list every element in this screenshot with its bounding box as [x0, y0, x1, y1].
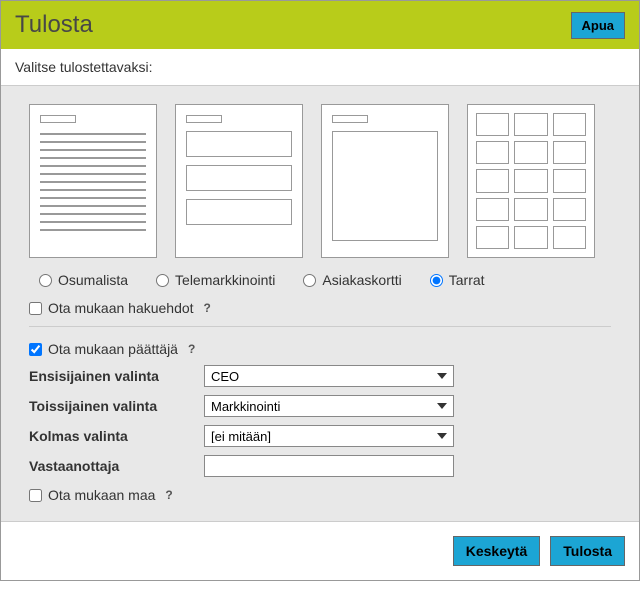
radio-asiakaskortti[interactable] — [303, 274, 316, 287]
dialog-header: Tulosta Apua — [1, 1, 639, 49]
label-kolmas: Kolmas valinta — [29, 428, 204, 444]
print-type-thumbnails — [15, 104, 625, 258]
label-toissijainen: Toissijainen valinta — [29, 398, 204, 414]
print-type-radios: Osumalista Telemarkkinointi Asiakaskortt… — [15, 272, 625, 288]
dialog-footer: Keskeytä Tulosta — [1, 521, 639, 580]
radio-asiakaskortti-label[interactable]: Asiakaskortti — [322, 272, 401, 288]
select-kolmas[interactable]: [ei mitään] — [204, 425, 454, 447]
help-icon[interactable]: ? — [188, 342, 195, 356]
divider — [29, 326, 611, 327]
thumbnail-telemarkkinointi[interactable] — [175, 104, 303, 258]
checkbox-hakuehdot[interactable] — [29, 302, 42, 315]
form-section: Ota mukaan päättäjä ? Ensisijainen valin… — [15, 341, 625, 503]
input-vastaanottaja[interactable] — [204, 455, 454, 477]
radio-osumalista[interactable] — [39, 274, 52, 287]
radio-tarrat-label[interactable]: Tarrat — [449, 272, 485, 288]
radio-tarrat[interactable] — [430, 274, 443, 287]
checkbox-hakuehdot-label[interactable]: Ota mukaan hakuehdot — [48, 300, 194, 316]
thumbnail-tarrat[interactable] — [467, 104, 595, 258]
checkbox-maa[interactable] — [29, 489, 42, 502]
label-ensisijainen: Ensisijainen valinta — [29, 368, 204, 384]
checkbox-paattaja-label[interactable]: Ota mukaan päättäjä — [48, 341, 178, 357]
cancel-button[interactable]: Keskeytä — [453, 536, 541, 566]
help-button[interactable]: Apua — [571, 12, 626, 39]
select-toissijainen[interactable]: Markkinointi — [204, 395, 454, 417]
help-icon[interactable]: ? — [165, 488, 172, 502]
print-dialog: Tulosta Apua Valitse tulostettavaksi: — [0, 0, 640, 581]
radio-telemarkkinointi-label[interactable]: Telemarkkinointi — [175, 272, 275, 288]
label-vastaanottaja: Vastaanottaja — [29, 458, 204, 474]
thumbnail-asiakaskortti[interactable] — [321, 104, 449, 258]
dialog-title: Tulosta — [15, 11, 93, 39]
print-button[interactable]: Tulosta — [550, 536, 625, 566]
radio-osumalista-label[interactable]: Osumalista — [58, 272, 128, 288]
radio-telemarkkinointi[interactable] — [156, 274, 169, 287]
checkbox-paattaja[interactable] — [29, 343, 42, 356]
thumbnail-osumalista[interactable] — [29, 104, 157, 258]
checkbox-maa-label[interactable]: Ota mukaan maa — [48, 487, 155, 503]
help-icon[interactable]: ? — [204, 301, 211, 315]
subtitle-text: Valitse tulostettavaksi: — [1, 49, 639, 86]
dialog-content: Osumalista Telemarkkinointi Asiakaskortt… — [1, 86, 639, 521]
select-ensisijainen[interactable]: CEO — [204, 365, 454, 387]
